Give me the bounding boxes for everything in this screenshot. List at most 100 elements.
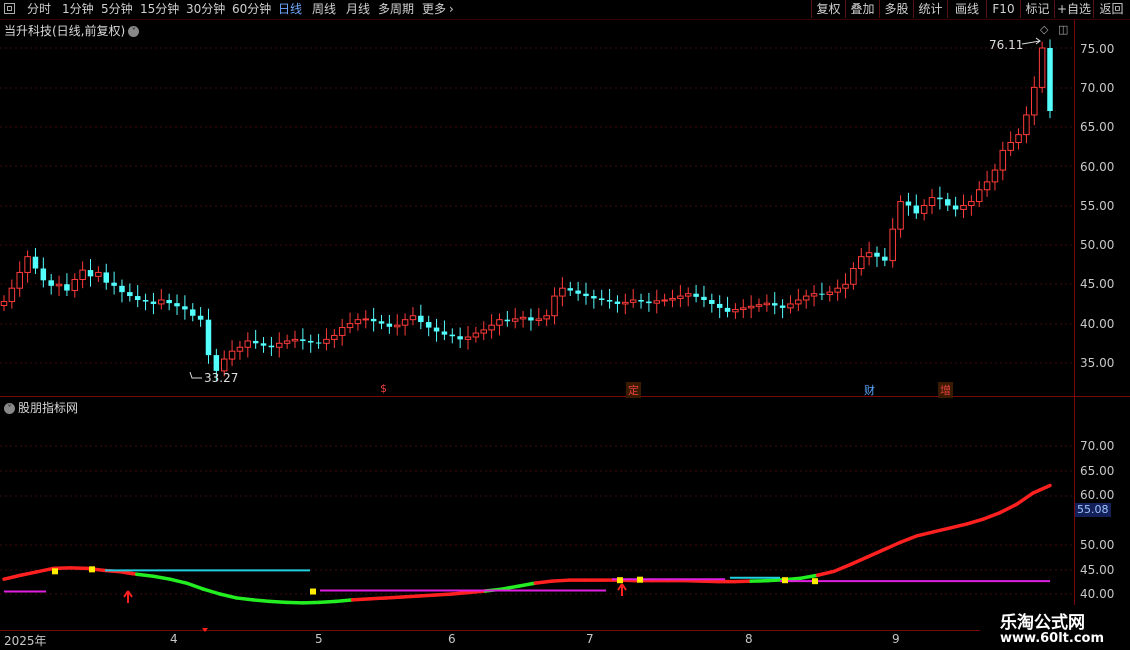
candle-body xyxy=(983,181,991,191)
candle-body xyxy=(79,269,86,281)
candle-body xyxy=(300,339,306,341)
candle-body xyxy=(882,256,888,261)
event-marker-zeng[interactable]: 增 xyxy=(938,382,953,398)
candle-body xyxy=(724,307,731,312)
candle-body xyxy=(260,343,267,346)
candle-body xyxy=(504,319,511,322)
candle-body xyxy=(64,284,70,291)
candle-body xyxy=(551,295,558,317)
candle-body xyxy=(346,323,354,329)
candle-body xyxy=(661,299,668,302)
candle-body xyxy=(378,321,385,324)
candle-body xyxy=(401,319,409,326)
candle-body xyxy=(8,287,16,303)
candle-body xyxy=(354,319,362,325)
candle-body xyxy=(127,292,133,297)
price-tick: 75.00 xyxy=(1080,42,1115,56)
indicator-line-segment xyxy=(367,596,388,601)
indicator-line-segment xyxy=(417,593,438,598)
candle-body xyxy=(488,324,495,331)
indicator-line-segment xyxy=(849,555,870,567)
price-tick: 50.00 xyxy=(1080,238,1115,252)
candle-body xyxy=(103,272,109,283)
candle-body xyxy=(283,340,291,344)
candle-body xyxy=(213,355,220,371)
candle-body xyxy=(653,300,661,304)
candle-body xyxy=(575,290,581,294)
candle-body xyxy=(535,318,543,321)
price-tick: 65.00 xyxy=(1080,120,1115,134)
candle-body xyxy=(810,293,818,297)
candle-body xyxy=(32,256,39,269)
candle-body xyxy=(897,201,904,230)
indicator-line-segment xyxy=(18,570,39,578)
candle-body xyxy=(228,350,236,360)
date-tick: 5 xyxy=(315,632,323,646)
price-tick: 70.00 xyxy=(1080,81,1115,95)
candle-body xyxy=(559,287,566,297)
indicator-line-segment xyxy=(998,502,1019,515)
event-marker-dollar[interactable]: $ xyxy=(378,382,389,395)
price-tick: 60.00 xyxy=(1080,160,1115,174)
candle-body xyxy=(150,301,157,304)
indicator-title: ˅ 股朋指标网 xyxy=(4,399,78,416)
candle-body xyxy=(1007,142,1014,151)
candle-body xyxy=(889,228,896,262)
indicator-yellow-marker xyxy=(812,578,818,585)
indicator-line-segment xyxy=(201,587,222,596)
indicator-line-segment xyxy=(1031,483,1052,495)
price-tick: 35.00 xyxy=(1080,356,1115,370)
indicator-line-segment xyxy=(815,569,836,578)
kline-chart[interactable] xyxy=(0,0,1130,650)
candle-body xyxy=(174,303,180,307)
candle-body xyxy=(850,268,857,285)
candle-body xyxy=(441,331,448,335)
candle-body xyxy=(787,303,794,309)
indicator-line-segment xyxy=(184,581,205,591)
candle-body xyxy=(701,296,707,300)
candle-body xyxy=(1038,47,1046,88)
indicator-line-segment xyxy=(533,579,554,585)
candle-body xyxy=(386,323,393,327)
candle-body xyxy=(834,287,841,293)
candle-body xyxy=(338,327,346,336)
indicator-line-segment xyxy=(118,570,139,577)
candle-body xyxy=(418,315,424,323)
candle-body xyxy=(24,256,31,273)
candle-body xyxy=(865,252,873,258)
indicator-line-segment xyxy=(550,578,571,583)
indicator-dropdown-icon[interactable]: ˅ xyxy=(4,403,15,414)
event-marker-cai[interactable]: 财 xyxy=(862,382,877,398)
candle-body xyxy=(684,293,692,297)
indicator-line-segment xyxy=(350,597,372,602)
candle-body xyxy=(182,306,188,310)
candle-body xyxy=(646,301,652,304)
candle-body xyxy=(693,293,699,297)
candle-body xyxy=(583,293,589,297)
candle-body xyxy=(802,295,810,301)
indicator-tick: 60.00 xyxy=(1080,488,1115,502)
candle-body xyxy=(276,342,283,348)
indicator-line-segment xyxy=(516,581,538,588)
candle-body xyxy=(732,308,739,313)
indicator-line-segment xyxy=(450,590,471,596)
candle-body xyxy=(826,291,834,295)
candle-body xyxy=(1047,48,1053,111)
indicator-line-segment xyxy=(135,572,156,578)
watermark-title: 乐淘公式网 xyxy=(1000,613,1085,633)
candle-body xyxy=(591,296,597,299)
date-tick: 4 xyxy=(170,632,178,646)
candle-body xyxy=(952,205,959,210)
candle-body xyxy=(606,300,613,302)
event-marker-ding[interactable]: 定 xyxy=(626,382,641,398)
candle-body xyxy=(1015,134,1022,143)
candle-body xyxy=(323,338,330,344)
candle-body xyxy=(669,297,676,301)
candle-body xyxy=(991,169,999,183)
price-tick: 40.00 xyxy=(1080,317,1115,331)
candle-body xyxy=(189,309,196,316)
candle-body xyxy=(480,329,487,334)
indicator-line-segment xyxy=(433,592,455,597)
candle-body xyxy=(244,340,252,348)
candle-body xyxy=(457,336,463,340)
